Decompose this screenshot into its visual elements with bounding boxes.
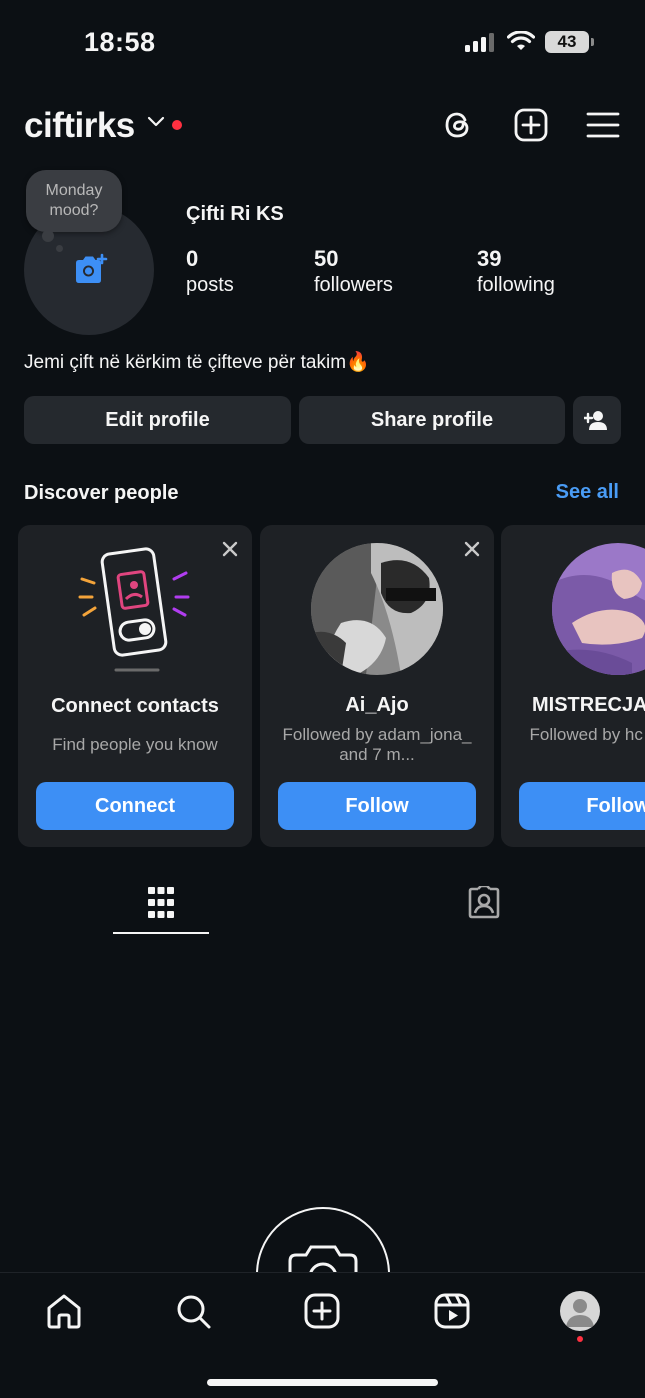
follow-button[interactable]: Follow xyxy=(519,782,645,830)
note-bubble[interactable]: Monday mood? xyxy=(26,170,122,232)
status-time: 18:58 xyxy=(84,27,156,57)
reels-icon[interactable] xyxy=(432,1291,472,1331)
suggested-user-avatar[interactable] xyxy=(311,543,443,675)
contacts-phone-icon xyxy=(78,547,190,672)
wifi-icon xyxy=(507,31,535,50)
stat-value: 0 xyxy=(186,246,199,271)
home-icon[interactable] xyxy=(44,1291,84,1331)
card-subtitle: Followed by hc and 1 mo xyxy=(529,725,645,744)
status-icons: 43 xyxy=(465,31,594,53)
battery-icon: 43 xyxy=(545,31,594,53)
status-bar: 18:58 43 xyxy=(0,0,645,90)
avatar-photo xyxy=(552,543,645,675)
see-all-link[interactable]: See all xyxy=(556,481,619,504)
stat-following[interactable]: 39 following xyxy=(477,246,555,297)
bio-text: Jemi çift në kërkim të çifteve për takim… xyxy=(24,352,370,373)
stat-value: 50 xyxy=(314,246,339,271)
close-icon[interactable] xyxy=(462,539,482,559)
add-photo-icon[interactable] xyxy=(72,252,108,286)
full-name: Çifti Ri KS xyxy=(186,203,284,225)
card-title: Connect contacts xyxy=(51,695,219,717)
discover-card-connect: Connect contacts Find people you know Co… xyxy=(18,525,252,847)
discover-card-user: Ai_Ajo Followed by adam_jona_ and 7 m...… xyxy=(260,525,494,847)
stat-followers[interactable]: 50 followers xyxy=(314,246,393,297)
create-icon[interactable] xyxy=(513,107,549,143)
profile-tab-avatar[interactable] xyxy=(560,1291,600,1331)
card-subtitle: Followed by adam_jona_ and 7 m... xyxy=(282,725,472,764)
discover-title: Discover people xyxy=(24,482,179,504)
avatar-photo xyxy=(311,543,443,675)
threads-icon[interactable] xyxy=(440,107,476,143)
note-tail-small xyxy=(56,245,63,252)
close-icon[interactable] xyxy=(220,539,240,559)
notification-dot xyxy=(577,1336,583,1342)
stat-label: following xyxy=(477,274,555,296)
stat-posts[interactable]: 0 posts xyxy=(186,246,234,297)
share-profile-button[interactable]: Share profile xyxy=(299,396,565,444)
active-tab-indicator xyxy=(113,932,209,934)
note-tail xyxy=(42,230,54,242)
edit-profile-button[interactable]: Edit profile xyxy=(24,396,291,444)
default-avatar-icon xyxy=(566,1299,594,1327)
search-icon[interactable] xyxy=(173,1291,213,1331)
username-switcher[interactable]: ciftirks xyxy=(24,106,135,146)
chevron-down-icon[interactable] xyxy=(147,116,165,128)
home-indicator[interactable] xyxy=(207,1379,438,1386)
card-subtitle: Find people you know xyxy=(52,735,218,754)
follow-button[interactable]: Follow xyxy=(278,782,476,830)
grid-icon[interactable] xyxy=(147,886,175,920)
stat-label: followers xyxy=(314,274,393,296)
discover-card-user: MISTRECJA Followed by hc and 1 mo Follow xyxy=(501,525,645,847)
notification-dot xyxy=(172,120,182,130)
create-icon[interactable] xyxy=(302,1291,342,1331)
suggested-people-button[interactable] xyxy=(573,396,621,444)
stat-label: posts xyxy=(186,274,234,296)
signal-icon xyxy=(465,33,494,52)
menu-icon[interactable] xyxy=(585,107,621,143)
add-person-icon xyxy=(584,411,607,430)
battery-level: 43 xyxy=(557,32,577,51)
stat-value: 39 xyxy=(477,246,502,271)
connect-button[interactable]: Connect xyxy=(36,782,234,830)
profile-header: ciftirks xyxy=(0,100,645,156)
suggested-user-avatar[interactable] xyxy=(552,543,645,675)
tagged-icon[interactable] xyxy=(467,886,501,920)
suggested-username[interactable]: MISTRECJA xyxy=(532,694,645,717)
suggested-username[interactable]: Ai_Ajo xyxy=(260,694,494,717)
